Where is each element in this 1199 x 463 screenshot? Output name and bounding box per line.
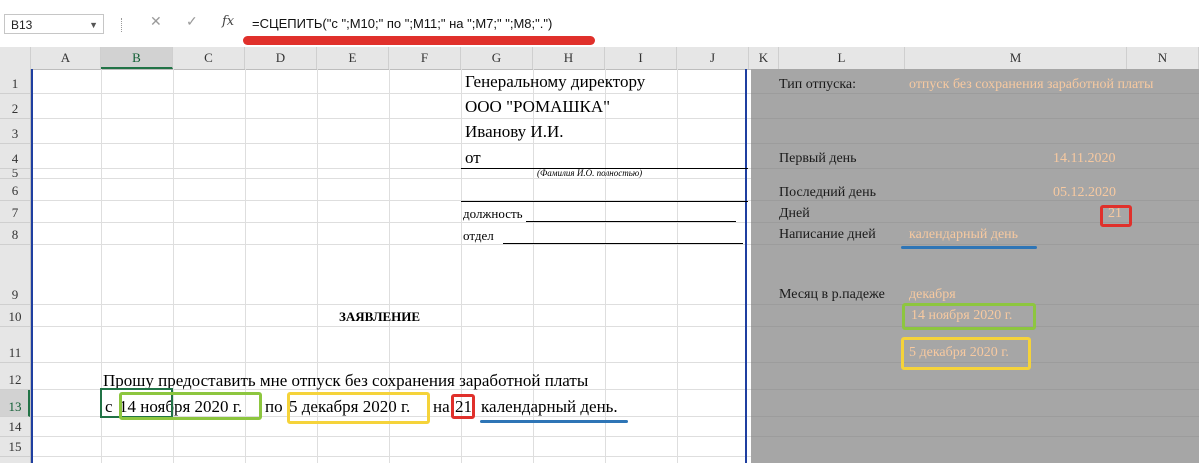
- column-header-f[interactable]: F: [389, 47, 461, 69]
- row-header-10[interactable]: 10: [0, 305, 30, 327]
- department-line: [503, 243, 743, 244]
- row-header-12[interactable]: 12: [0, 363, 30, 390]
- body-na: на: [433, 397, 450, 416]
- red-box-annotation: [1100, 205, 1132, 227]
- column-headers: A B C D E F G H I J K L M N: [0, 47, 1199, 70]
- row-header-1[interactable]: 1: [0, 69, 30, 94]
- document-title: ЗАЯВЛЕНИЕ: [339, 309, 421, 324]
- body-days-word: календарный день.: [481, 397, 618, 416]
- column-header-d[interactable]: D: [245, 47, 317, 69]
- column-header-n[interactable]: N: [1127, 47, 1199, 69]
- position-line: [526, 221, 736, 222]
- leave-type-label: Тип отпуска:: [779, 77, 857, 92]
- red-box-annotation-body: [451, 394, 475, 419]
- column-header-h[interactable]: H: [533, 47, 605, 69]
- row-header-13[interactable]: 13: [0, 390, 30, 417]
- formula-bar-separator: [121, 18, 124, 32]
- column-header-g[interactable]: G: [461, 47, 533, 69]
- from-label: от: [465, 148, 481, 167]
- green-box-annotation: [902, 303, 1036, 330]
- spreadsheet-grid[interactable]: Тип отпуска: отпуск без сохранения зараб…: [31, 69, 1199, 463]
- body-line-1: Прошу предоставить мне отпуск без сохран…: [103, 371, 589, 390]
- body-po: по: [265, 397, 283, 416]
- blue-underline-annotation-body: [480, 420, 628, 423]
- days-spelling-label: Написание дней: [779, 227, 876, 242]
- parameters-panel: Тип отпуска: отпуск без сохранения зараб…: [751, 69, 1199, 463]
- row-header-14[interactable]: 14: [0, 417, 30, 437]
- yellow-box-annotation: [901, 337, 1031, 370]
- formula-bar: B13 ▼ ✕ ✓ fx =СЦЕПИТЬ("с ";M10;" по ";M1…: [0, 0, 1199, 48]
- formula-input[interactable]: =СЦЕПИТЬ("с ";M10;" по ";M11;" на ";M7;"…: [252, 14, 1192, 34]
- column-header-k[interactable]: K: [749, 47, 779, 69]
- column-header-l[interactable]: L: [779, 47, 905, 69]
- position-label: должность: [463, 206, 523, 221]
- last-day-value[interactable]: 05.12.2020: [1053, 185, 1116, 201]
- first-day-value[interactable]: 14.11.2020: [1053, 151, 1115, 167]
- header-line-3: Иванову И.И.: [465, 122, 564, 141]
- row-header-8[interactable]: 8: [0, 223, 30, 245]
- red-underline-annotation: [243, 36, 595, 45]
- name-box[interactable]: B13 ▼: [4, 14, 104, 34]
- insert-function-icon[interactable]: fx: [222, 14, 234, 29]
- month-genitive-label: Месяц в р.падеже: [779, 287, 885, 302]
- leave-type-value[interactable]: отпуск без сохранения заработной платы: [909, 77, 1153, 93]
- column-header-c[interactable]: C: [173, 47, 245, 69]
- last-day-label: Последний день: [779, 185, 877, 200]
- row-header-7[interactable]: 7: [0, 201, 30, 223]
- row-header-3[interactable]: 3: [0, 119, 30, 144]
- enter-icon[interactable]: ✓: [186, 13, 198, 30]
- column-header-m[interactable]: M: [905, 47, 1127, 69]
- green-box-annotation-body: [119, 392, 262, 420]
- row-header-15[interactable]: 15: [0, 437, 30, 457]
- days-spelling-value[interactable]: календарный день: [909, 227, 1018, 243]
- name-box-value: B13: [11, 18, 33, 32]
- row-header-9[interactable]: 9: [0, 245, 30, 305]
- department-label: отдел: [463, 228, 494, 243]
- first-day-label: Первый день: [779, 151, 857, 166]
- blue-underline-annotation: [901, 246, 1037, 249]
- header-line-2: ООО "РОМАШКА": [465, 97, 611, 116]
- column-header-i[interactable]: I: [605, 47, 677, 69]
- row-header-6[interactable]: 6: [0, 179, 30, 201]
- row-header-11[interactable]: 11: [0, 327, 30, 363]
- separator-line: [461, 201, 748, 202]
- chevron-down-icon[interactable]: ▼: [89, 15, 98, 35]
- select-all-corner[interactable]: [0, 47, 31, 69]
- cancel-icon[interactable]: ✕: [150, 13, 162, 30]
- month-genitive-value[interactable]: декабря: [909, 287, 956, 303]
- column-header-j[interactable]: J: [677, 47, 749, 69]
- fio-hint: (Фамилия И.О. полностью): [537, 168, 643, 178]
- row-header-5[interactable]: 5: [0, 169, 30, 179]
- days-label: Дней: [779, 206, 810, 221]
- column-header-b[interactable]: B: [101, 47, 173, 69]
- header-line-1: Генеральному директору: [465, 72, 646, 91]
- row-header-2[interactable]: 2: [0, 94, 30, 119]
- row-header-4[interactable]: 4: [0, 144, 30, 169]
- row-headers: 1 2 3 4 5 6 7 8 9 10 11 12 13 14 15: [0, 69, 31, 463]
- column-header-e[interactable]: E: [317, 47, 389, 69]
- column-header-a[interactable]: A: [31, 47, 101, 69]
- yellow-box-annotation-body: [287, 392, 430, 424]
